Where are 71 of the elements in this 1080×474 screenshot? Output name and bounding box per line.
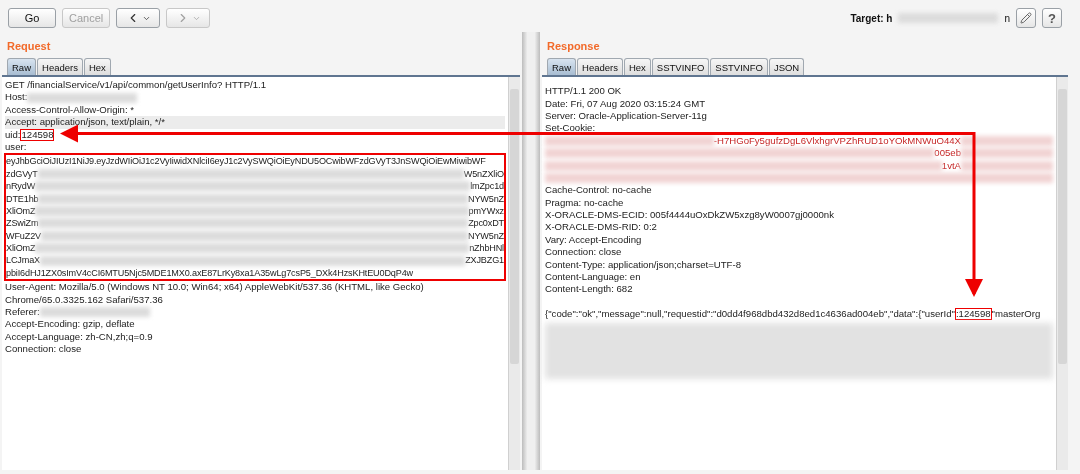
code-line: User-Agent: Mozilla/5.0 (Windows NT 10.0; Win64; x64) AppleWebKit/537.36 (KHTML, like Gecko) bbox=[5, 281, 424, 294]
code-line: Access-Control-Allow-Origin: * bbox=[5, 103, 134, 117]
tab[interactable]: Headers bbox=[577, 58, 623, 75]
code-line: eyJhbGciOiJIUzI1NiJ9.eyJzdWIiOiJ1c2VyIiwidXNlciI6eyJ1c2VySWQiOiEyNDU5OCwibWFzdGVyT3JnSWQiOiEwMiwibWF bbox=[6, 155, 486, 168]
code-line: Connection: close bbox=[5, 343, 82, 356]
code-line: Accept-Language: zh-CN,zh;q=0.9 bbox=[5, 330, 153, 344]
text-editor[interactable] bbox=[542, 77, 1068, 470]
code-line: NYW5nZ bbox=[468, 229, 504, 243]
go-button[interactable]: Go bbox=[8, 8, 56, 28]
code-line: nRydW bbox=[6, 180, 36, 193]
highlighted-value: :124598 bbox=[954, 308, 992, 321]
code-line: nZhbHNl bbox=[469, 242, 504, 255]
code-line: Content-Language: en bbox=[545, 271, 641, 284]
tab[interactable]: Hex bbox=[83, 58, 111, 75]
code-line: ZXJBZG1 bbox=[465, 254, 504, 267]
code-line: Content-Length: 682 bbox=[545, 283, 633, 296]
code-line: Chrome/65.0.3325.162 Safari/537.36 bbox=[5, 293, 163, 307]
code-line: ZSwiZm bbox=[6, 217, 39, 230]
code-line: 005eb bbox=[934, 147, 961, 160]
code-line: zdGVyT bbox=[6, 167, 38, 181]
code-line: HTTP/1.1 200 OK bbox=[545, 85, 622, 98]
code-line: {"code":"ok","message":null,"requestid":"d0dd4f968dbd432d8ed1c4636ad004eb","data":{"userId" bbox=[545, 308, 955, 321]
highlighted-value: 124598 bbox=[20, 128, 55, 141]
code-line: -H7HGoFy5gufzDgL6VlxhgrVPZhRUD1oYOkMNWuO44X bbox=[713, 134, 961, 148]
code-line: XliOmZ bbox=[6, 242, 36, 255]
code-line: W5nZXliO bbox=[463, 167, 504, 181]
code-line: user: bbox=[5, 140, 27, 154]
back-button[interactable] bbox=[116, 8, 161, 28]
scrollbar[interactable] bbox=[508, 77, 520, 470]
tab[interactable]: Raw bbox=[547, 58, 576, 75]
code-line: Referer: bbox=[5, 306, 40, 319]
code-line: Content-Type: application/json;charset=UTF-8 bbox=[545, 258, 741, 272]
code-line: GET /financialService/v1/api/common/getUserInfo? HTTP/1.1 bbox=[5, 79, 267, 92]
panel-title: Response bbox=[546, 39, 601, 54]
code-line: Zpc0xDT bbox=[468, 217, 504, 230]
edit-button[interactable] bbox=[1016, 8, 1036, 28]
code-line: uid: bbox=[5, 128, 21, 141]
target-label: Target: h bbox=[850, 12, 893, 24]
text-editor[interactable] bbox=[2, 77, 520, 470]
target-text: n bbox=[1004, 12, 1010, 24]
code-line: WFuZ2V bbox=[6, 229, 41, 243]
code-line: pmYWxz bbox=[468, 204, 504, 218]
tab[interactable]: SSTVINFO bbox=[651, 58, 710, 75]
code-line: Pragma: no-cache bbox=[545, 196, 624, 210]
code-line: "masterOrg bbox=[991, 308, 1041, 321]
code-line: lmZpc1d bbox=[470, 180, 504, 193]
code-line: X-ORACLE-DMS-RID: 0:2 bbox=[545, 221, 657, 234]
code-line: Server: Oracle-Application-Server-11g bbox=[545, 109, 707, 123]
code-line: 1vtA bbox=[941, 159, 961, 172]
tab[interactable]: Headers bbox=[37, 58, 83, 75]
tab[interactable]: Hex bbox=[623, 58, 651, 75]
scrollbar[interactable] bbox=[1056, 77, 1068, 470]
tab[interactable]: Raw bbox=[7, 58, 36, 75]
tab[interactable]: JSON bbox=[768, 58, 805, 75]
tab[interactable]: SSTVINFO bbox=[710, 58, 768, 75]
code-line: Accept: application/json, text/plain, */* bbox=[5, 116, 165, 129]
help-button[interactable]: ? bbox=[1042, 8, 1062, 28]
code-line: Accept-Encoding: gzip, deflate bbox=[5, 318, 135, 331]
code-line: Cache-Control: no-cache bbox=[545, 184, 652, 197]
code-line: Host: bbox=[5, 91, 28, 104]
code-line: pbiI6dHJ1ZX0sImV4cCI6MTU5Njc5MDE1MX0.axE87LrKy8xa1A35wLg7csP5_DXk4HzsKHtEU0DqP4w bbox=[6, 266, 413, 280]
code-line: Date: Fri, 07 Aug 2020 03:15:24 GMT bbox=[545, 97, 705, 110]
code-line: X-ORACLE-DMS-ECID: 005f4444uOxDkZW5xzg8yW0007gj0000nk bbox=[545, 209, 834, 222]
code-line: Connection: close bbox=[545, 246, 622, 259]
code-line: LCJmaX bbox=[6, 254, 40, 267]
code-line: NYW5nZ bbox=[468, 192, 504, 205]
code-line: Vary: Accept-Encoding bbox=[545, 233, 642, 247]
code-line: DTE1hb bbox=[6, 192, 39, 205]
code-line: XliOmZ bbox=[6, 204, 36, 218]
panel-title: Request bbox=[6, 39, 52, 54]
code-line: Set-Cookie: bbox=[545, 122, 596, 135]
